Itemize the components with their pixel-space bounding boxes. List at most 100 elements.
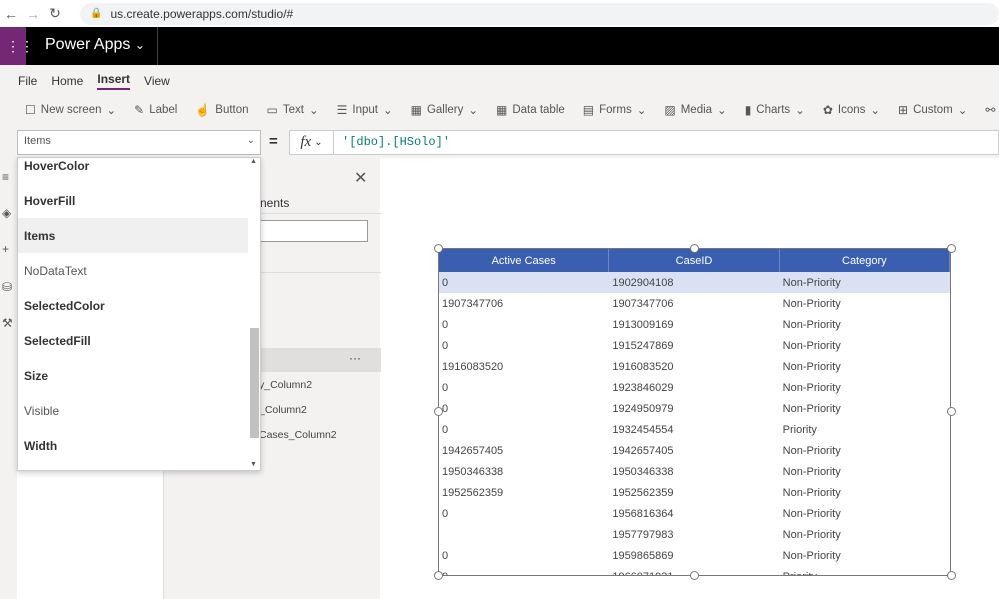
table-row[interactable]: 0 1915247869 Non-Priority (439, 335, 950, 356)
button-button[interactable]: ☝ Button (186, 103, 257, 117)
table-row[interactable]: 0 1913009169 Non-Priority (439, 314, 950, 335)
text-button[interactable]: ▭ Text ⌄ (258, 103, 328, 117)
menu-file[interactable]: File (18, 74, 37, 88)
custom-label: Custom (913, 103, 953, 116)
new-screen-button[interactable]: ☐ New screen ⌄ (16, 103, 125, 117)
data-table-button[interactable]: ▦ Data table (487, 103, 574, 117)
ai-b-button[interactable]: ⚯AI B (976, 103, 999, 117)
icons-button[interactable]: ✿ Icons ⌄ (814, 103, 889, 117)
table-cell: 1942657405 (442, 444, 504, 457)
url-text: us.create.powerapps.com/studio/# (110, 6, 294, 21)
property-option[interactable]: Items (18, 218, 249, 253)
tree-item[interactable]: Cases_Column2 (259, 429, 337, 441)
scroll-up-icon[interactable]: ▲ (250, 158, 257, 165)
table-row[interactable]: 0 1902904108 Non-Priority (439, 272, 950, 293)
property-option[interactable]: HoverColor (18, 158, 249, 183)
table-cell: 1932454554 (612, 423, 674, 436)
property-option[interactable]: Width (18, 428, 249, 463)
close-icon[interactable]: ✕ (354, 168, 367, 188)
table-row[interactable]: 1952562359 1952562359 Non-Priority (439, 482, 950, 503)
table-cell: 1916083520 (612, 360, 674, 373)
table-cell: Non-Priority (782, 528, 841, 541)
table-cell: Non-Priority (782, 297, 841, 310)
property-option[interactable]: SelectedFill (18, 323, 249, 358)
table-row[interactable]: 0 1956816364 Non-Priority (439, 503, 950, 524)
database-icon[interactable]: ⛁ (2, 280, 12, 294)
forward-icon[interactable]: → (22, 6, 44, 22)
menu-home[interactable]: Home (51, 74, 83, 88)
label-button[interactable]: ✎ Label (125, 103, 186, 117)
property-option[interactable]: HoverFill (18, 183, 249, 218)
media-button[interactable]: ▨ Media ⌄ (655, 103, 735, 117)
resize-handle[interactable] (690, 244, 699, 253)
table-cell: 1907347706 (612, 297, 674, 310)
table-cell: 1950346338 (442, 465, 504, 478)
chevron-down-icon: ⌄ (106, 104, 117, 117)
charts-button[interactable]: ▮ Charts ⌄ (736, 103, 814, 117)
reload-icon[interactable]: ↻ (44, 5, 66, 22)
resize-handle[interactable] (434, 571, 443, 580)
gallery-label: Gallery (426, 103, 464, 116)
app-name[interactable]: Power Apps ⌄ (45, 36, 145, 54)
charts-label: Charts (756, 103, 791, 116)
plus-icon[interactable]: + (2, 242, 9, 256)
table-row[interactable]: 0 1923846029 Non-Priority (439, 377, 950, 398)
gallery-icon: ▦ (410, 102, 422, 117)
property-option[interactable]: Visible (18, 393, 249, 428)
table-cell: 0 (442, 423, 449, 436)
property-selector[interactable]: Items ⌄ (17, 130, 261, 155)
waffle-icon[interactable]: ⋮⋮⋮ (0, 27, 34, 65)
gallery-button[interactable]: ▦ Gallery ⌄ (402, 103, 487, 117)
table-row[interactable]: 1942657405 1942657405 Non-Priority (439, 440, 950, 461)
table-row[interactable]: 0 1932454554 Priority (439, 419, 950, 440)
custom-button[interactable]: ⊞ Custom ⌄ (889, 103, 976, 117)
table-row[interactable]: 1957797983 Non-Priority (439, 524, 950, 545)
layers-icon[interactable]: ◈ (2, 206, 11, 220)
table-row[interactable]: 1950346338 1950346338 Non-Priority (439, 461, 950, 482)
chevron-down-icon: ⌄ (246, 135, 255, 146)
column-header[interactable]: Active Cases (439, 249, 610, 272)
data-table[interactable]: Active Cases CaseID Category 0 1902904108 No… (438, 248, 951, 576)
property-option[interactable]: NoDataText (18, 253, 249, 288)
menu-insert[interactable]: Insert (97, 72, 131, 90)
back-icon[interactable]: ← (0, 6, 22, 22)
input-button[interactable]: ☰ Input ⌄ (328, 103, 402, 117)
table-cell: 1915247869 (612, 339, 674, 352)
search-input[interactable] (260, 220, 368, 242)
tree-item[interactable]: _Column2 (259, 404, 307, 416)
resize-handle[interactable] (947, 407, 956, 416)
tree-item[interactable]: y_Column2 (259, 379, 312, 391)
resize-handle[interactable] (947, 244, 956, 253)
media-icon: ▨ (664, 102, 676, 117)
more-options-icon[interactable]: ··· (349, 351, 361, 365)
forms-button[interactable]: ▤ Forms ⌄ (574, 103, 656, 117)
scrollbar-thumb[interactable] (250, 328, 259, 438)
column-header[interactable]: Category (780, 249, 950, 272)
table-row[interactable]: 0 1959865869 Non-Priority (439, 545, 950, 566)
table-cell: 0 (439, 571, 609, 576)
tab-components[interactable]: nents (260, 196, 289, 210)
property-option[interactable]: SelectedColor (18, 288, 249, 323)
resize-handle[interactable] (690, 571, 699, 580)
table-row[interactable]: 1916083520 1916083520 Non-Priority (439, 356, 950, 377)
lock-icon: 🔒 (90, 8, 103, 19)
formula-input[interactable]: '[dbo].[HSolo]' (334, 130, 999, 155)
hamburger-icon[interactable]: ≡ (2, 170, 9, 184)
table-row[interactable]: 1907347706 1907347706 Non-Priority (439, 293, 950, 314)
resize-handle[interactable] (434, 244, 443, 253)
property-option[interactable]: Size (18, 358, 249, 393)
menu-view[interactable]: View (144, 74, 170, 88)
resize-handle[interactable] (947, 571, 956, 580)
table-cell: Non-Priority (782, 318, 841, 331)
address-bar[interactable]: 🔒 us.create.powerapps.com/studio/# (80, 2, 999, 25)
divider (157, 27, 158, 65)
fx-button[interactable]: fx ⌄ (289, 130, 334, 155)
input-icon: ☰ (336, 102, 348, 117)
tools-icon[interactable]: ⚒ (2, 316, 13, 330)
data-table-icon: ▦ (496, 102, 508, 117)
table-row[interactable]: 0 1924950979 Non-Priority (439, 398, 950, 419)
resize-handle[interactable] (434, 407, 443, 416)
scroll-down-icon[interactable]: ▼ (250, 461, 257, 468)
scrollbar[interactable]: ▲ ▼ (248, 158, 260, 470)
icons-label: Icons (837, 103, 866, 116)
